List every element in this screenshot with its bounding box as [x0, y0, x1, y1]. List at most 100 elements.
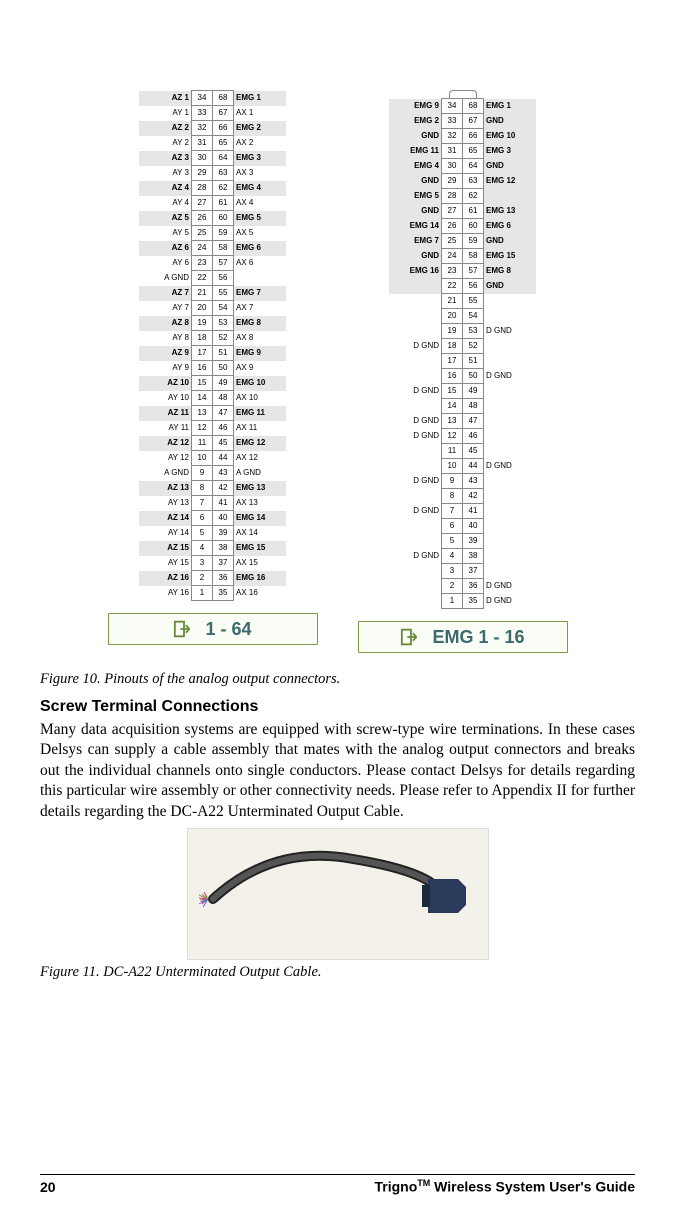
pin-label-left [389, 279, 442, 294]
pin-row: AY 23165AX 2 [139, 136, 286, 151]
pin-label-right: AX 13 [234, 496, 287, 511]
cable-photo [187, 828, 489, 960]
pin-number: 18 [192, 331, 213, 346]
pin-label-left [389, 519, 442, 534]
pin-label-right: AX 7 [234, 301, 287, 316]
pin-number: 45 [463, 444, 484, 459]
pin-number: 50 [463, 369, 484, 384]
pin-row: 2054 [389, 309, 536, 324]
pin-number: 16 [442, 369, 463, 384]
pin-label-right: AX 15 [234, 556, 287, 571]
pin-label-left: D GND [389, 549, 442, 564]
pin-label-right: EMG 2 [234, 121, 287, 136]
footer-title: TrignoTM Wireless System User's Guide [374, 1178, 635, 1195]
page-footer: 20 TrignoTM Wireless System User's Guide [40, 1174, 635, 1195]
pin-number: 16 [192, 361, 213, 376]
pin-row: AY 15337AX 15 [139, 556, 286, 571]
pin-label-left: EMG 5 [389, 189, 442, 204]
pin-number: 47 [213, 406, 234, 421]
pin-number: 38 [463, 549, 484, 564]
pin-label-right: D GND [484, 594, 537, 609]
pin-label-left: AY 9 [139, 361, 192, 376]
pin-number: 17 [442, 354, 463, 369]
pin-number: 68 [213, 91, 234, 106]
pin-label-right: EMG 5 [234, 211, 287, 226]
pin-label-left: AZ 9 [139, 346, 192, 361]
pin-label-right: D GND [484, 579, 537, 594]
pin-row: A GND2256 [139, 271, 286, 286]
pin-number: 15 [442, 384, 463, 399]
pin-row: AY 62357AX 6 [139, 256, 286, 271]
pin-label-left: AZ 3 [139, 151, 192, 166]
pin-label-left [389, 489, 442, 504]
pin-label-left: AZ 13 [139, 481, 192, 496]
pin-number: 30 [442, 159, 463, 174]
pin-row: AY 13741AX 13 [139, 496, 286, 511]
pin-number: 13 [442, 414, 463, 429]
pin-number: 29 [442, 174, 463, 189]
pin-label-right: AX 16 [234, 586, 287, 601]
pin-row: AZ 121145EMG 12 [139, 436, 286, 451]
pin-number: 22 [442, 279, 463, 294]
pin-label-left: AZ 12 [139, 436, 192, 451]
pin-number: 1 [442, 594, 463, 609]
pin-label-right: AX 5 [234, 226, 287, 241]
pin-number: 6 [442, 519, 463, 534]
pin-label-left: GND [389, 204, 442, 219]
pin-number: 42 [463, 489, 484, 504]
pin-label-left [389, 354, 442, 369]
pin-label-left: AY 4 [139, 196, 192, 211]
pin-row: 236D GND [389, 579, 536, 594]
pin-label-right: EMG 8 [234, 316, 287, 331]
pin-number: 31 [442, 144, 463, 159]
page-number: 20 [40, 1179, 56, 1195]
pin-label-right: EMG 10 [234, 376, 287, 391]
pin-row: EMG 52862 [389, 189, 536, 204]
pin-row: AZ 52660EMG 5 [139, 211, 286, 226]
pin-label-right [484, 384, 537, 399]
pin-label-right: EMG 3 [484, 144, 537, 159]
pin-row: AY 16135AX 16 [139, 586, 286, 601]
pin-label-right: EMG 15 [234, 541, 287, 556]
pin-label-right: EMG 15 [484, 249, 537, 264]
pin-label-right: GND [484, 234, 537, 249]
pin-label-left: AZ 15 [139, 541, 192, 556]
pin-number: 9 [192, 466, 213, 481]
pin-label-right [484, 189, 537, 204]
pin-row: 1448 [389, 399, 536, 414]
pin-number: 13 [192, 406, 213, 421]
pin-label-right: AX 9 [234, 361, 287, 376]
pin-number: 67 [463, 114, 484, 129]
connector-1-64: AZ 13468EMG 1AY 13367AX 1AZ 23266EMG 2AY… [108, 90, 318, 653]
pin-number: 9 [442, 474, 463, 489]
pin-row: 2256GND [389, 279, 536, 294]
pin-number: 67 [213, 106, 234, 121]
footer-title-post: Wireless System User's Guide [430, 1179, 635, 1195]
pin-label-right: AX 2 [234, 136, 287, 151]
pin-number: 1 [192, 586, 213, 601]
pin-label-left: AY 6 [139, 256, 192, 271]
pin-number: 50 [213, 361, 234, 376]
pin-row: AY 42761AX 4 [139, 196, 286, 211]
pin-number: 15 [192, 376, 213, 391]
pin-number: 5 [192, 526, 213, 541]
pin-number: 64 [213, 151, 234, 166]
pin-number: 55 [463, 294, 484, 309]
pin-label-left: AY 5 [139, 226, 192, 241]
pin-number: 46 [463, 429, 484, 444]
pin-number: 19 [442, 324, 463, 339]
pin-label-right: AX 1 [234, 106, 287, 121]
pin-number: 46 [213, 421, 234, 436]
pin-label-left: AZ 14 [139, 511, 192, 526]
pin-row: D GND1852 [389, 339, 536, 354]
pin-label-right: EMG 13 [234, 481, 287, 496]
pin-label-right: EMG 3 [234, 151, 287, 166]
pin-number: 51 [463, 354, 484, 369]
pin-number: 61 [463, 204, 484, 219]
pin-number: 10 [442, 459, 463, 474]
pin-number: 18 [442, 339, 463, 354]
pin-number: 40 [463, 519, 484, 534]
pin-row: AZ 15438EMG 15 [139, 541, 286, 556]
pin-number: 58 [213, 241, 234, 256]
pin-number: 4 [192, 541, 213, 556]
